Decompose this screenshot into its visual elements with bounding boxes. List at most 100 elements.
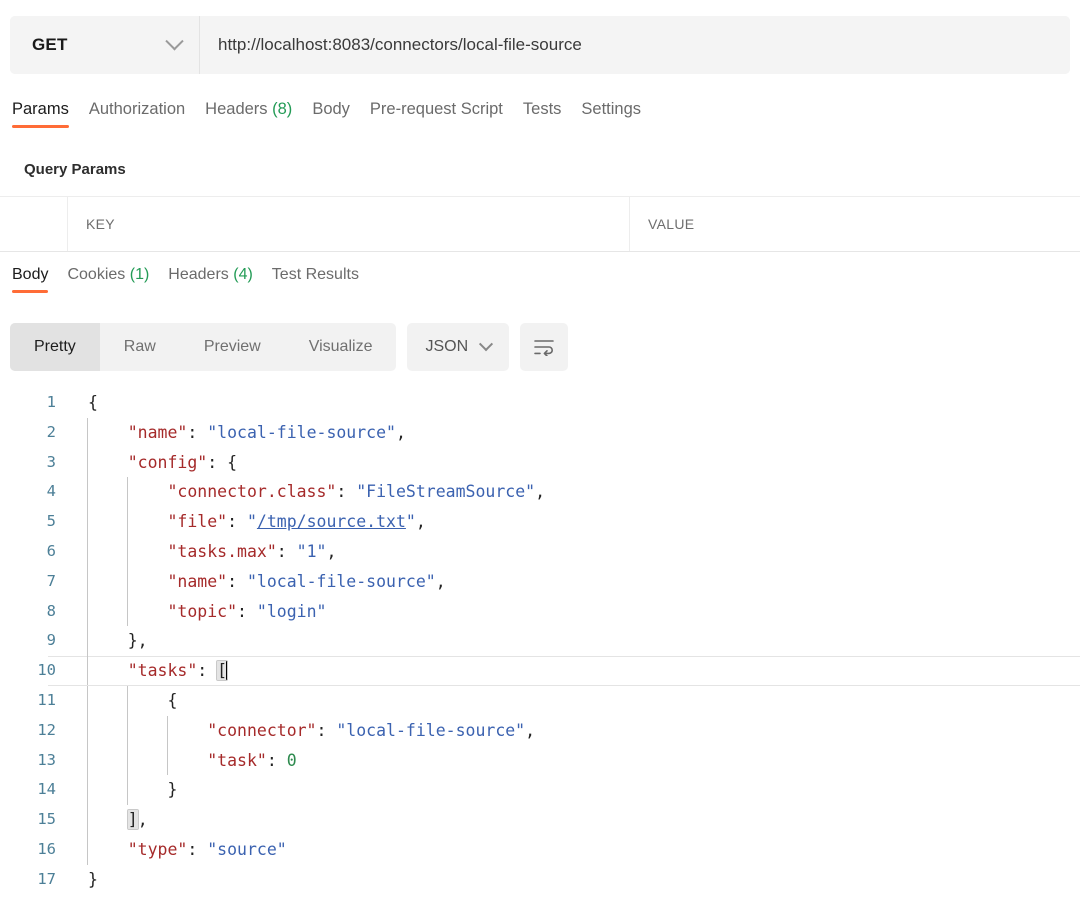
request-tab-tests-label: Tests [522,100,562,118]
code-line: 9 }, [0,626,1080,657]
matching-bracket-close: ] [126,809,139,831]
response-body-code-viewer[interactable]: 1 { 2 "name": "local-file-source", 3 "co… [0,388,1080,897]
code-line-text: { [88,393,98,412]
request-tab-pre-request-script[interactable]: Pre-request Script [370,100,523,133]
query-params-key-header: KEY [86,216,115,232]
request-tab-params-label: Params [12,100,69,118]
code-line-text: "file": "/tmp/source.txt", [78,507,1080,537]
response-tab-bar: Body Cookies (1) Headers (4) Test Result… [12,266,378,297]
view-mode-pretty[interactable]: Pretty [10,323,100,371]
line-number: 2 [46,422,56,441]
code-line-text: }, [78,626,1080,657]
line-number: 1 [46,393,56,411]
response-tab-cookies-label: Cookies [67,266,126,283]
code-line-text: "type": "source" [78,834,1080,865]
line-number: 13 [37,750,56,769]
code-line: 8 "topic": "login" [0,596,1080,627]
line-number: 17 [37,869,56,888]
response-tab-headers[interactable]: Headers (4) [168,266,272,297]
line-number: 15 [37,810,56,829]
url-bar: GET http://localhost:8083/connectors/loc… [10,16,1070,74]
code-line-text: "name": "local-file-source", [78,566,1080,597]
line-number: 3 [46,452,56,471]
response-headers-count: (4) [233,266,253,283]
code-line-text: "config": { [78,447,1080,478]
view-mode-segmented-control: Pretty Raw Preview Visualize [10,323,397,371]
file-path-link[interactable]: /tmp/source.txt [257,512,406,531]
code-line: 16 "type": "source" [0,834,1080,865]
response-tab-test-results-label: Test Results [271,266,359,283]
response-tab-body-label: Body [12,266,49,283]
view-mode-visualize[interactable]: Visualize [285,323,397,371]
request-tab-bar: Params Authorization Headers (8) Body Pr… [12,100,661,133]
postman-response-pane: GET http://localhost:8083/connectors/loc… [0,0,1080,897]
line-number: 16 [37,839,56,858]
line-number: 5 [46,512,56,531]
request-tab-body-label: Body [312,100,350,118]
line-number: 7 [46,571,56,590]
response-cookies-count: (1) [129,266,150,283]
code-line: 17 } [0,865,1080,895]
code-line: 7 "name": "local-file-source", [0,566,1080,597]
code-line: 4 "connector.class": "FileStreamSource", [0,477,1080,508]
code-line-active: 10 "tasks": [ [0,656,1080,686]
code-line: 15 ], [0,805,1080,835]
code-line-text: "connector": "local-file-source", [78,715,1080,746]
code-line: 11 { [0,685,1080,716]
code-line-text: { [78,685,1080,716]
word-wrap-icon [534,340,554,356]
request-tab-authorization[interactable]: Authorization [89,100,205,133]
line-number: 12 [37,720,56,739]
code-line-text: "connector.class": "FileStreamSource", [78,477,1080,508]
response-format-toolbar: Pretty Raw Preview Visualize JSON [10,323,569,371]
code-line: 12 "connector": "local-file-source", [0,715,1080,746]
code-line: 2 "name": "local-file-source", [0,417,1080,448]
query-params-title: Query Params [24,161,126,178]
code-line-text: "tasks": [ [78,656,1080,686]
code-line: 1 { [0,388,1080,418]
query-params-value-column[interactable]: VALUE [630,197,1080,251]
request-tab-params[interactable]: Params [12,100,89,133]
line-number: 10 [37,661,56,680]
response-tab-test-results[interactable]: Test Results [272,266,378,297]
code-line: 13 "task": 0 [0,745,1080,776]
request-tab-headers-label: Headers [205,100,268,118]
request-tab-authorization-label: Authorization [88,100,186,118]
line-number: 14 [37,780,56,799]
line-number: 8 [46,601,56,620]
request-headers-count: (8) [272,100,293,118]
request-tab-settings[interactable]: Settings [581,100,661,133]
line-number: 4 [46,482,56,501]
code-line-text: ], [78,805,1080,835]
http-method-label: GET [32,35,68,54]
line-number: 9 [46,631,56,650]
request-tab-pre-request-script-label: Pre-request Script [369,100,503,118]
code-line: 5 "file": "/tmp/source.txt", [0,507,1080,537]
query-params-checkbox-column [0,197,68,251]
view-mode-raw[interactable]: Raw [100,323,180,371]
response-tab-headers-label: Headers [168,266,229,283]
http-method-select[interactable]: GET [10,16,200,74]
request-tab-tests[interactable]: Tests [523,100,582,133]
request-url-input[interactable]: http://localhost:8083/connectors/local-f… [200,16,1070,74]
code-line-text: "topic": "login" [78,596,1080,627]
chevron-down-icon [165,31,184,50]
code-line-text: "tasks.max": "1", [78,536,1080,567]
code-line: 3 "config": { [0,447,1080,478]
view-mode-preview[interactable]: Preview [180,323,285,371]
query-params-key-column[interactable]: KEY [68,197,630,251]
request-tab-settings-label: Settings [581,100,642,118]
word-wrap-button[interactable] [520,323,569,371]
request-tab-headers[interactable]: Headers (8) [205,100,312,133]
code-line-text: } [78,775,1080,806]
chevron-down-icon [479,337,494,352]
request-tab-body[interactable]: Body [312,100,370,133]
response-format-label: JSON [425,338,469,355]
response-format-select[interactable]: JSON [407,323,510,371]
query-params-value-header: VALUE [648,216,695,232]
line-number: 11 [37,690,56,709]
response-tab-cookies[interactable]: Cookies (1) [67,266,168,297]
code-line-text: "name": "local-file-source", [78,417,1080,448]
code-line-text: "task": 0 [78,745,1080,776]
response-tab-body[interactable]: Body [12,266,67,297]
